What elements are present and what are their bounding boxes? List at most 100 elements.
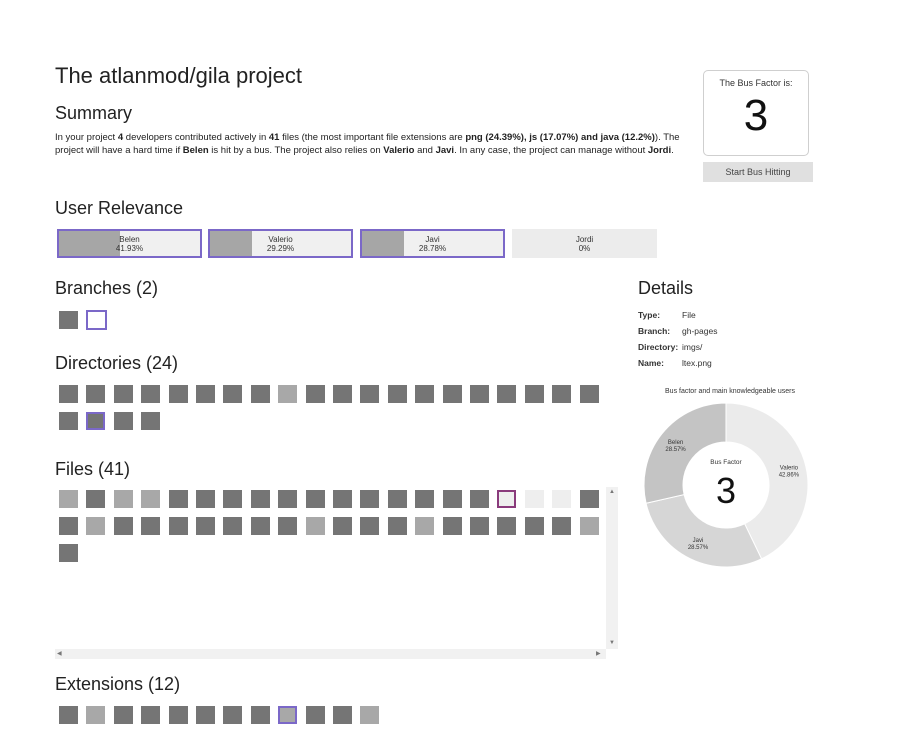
file-square[interactable]: [59, 517, 78, 535]
directory-square[interactable]: [442, 385, 462, 403]
extension-square[interactable]: [250, 706, 270, 724]
file-square[interactable]: [524, 490, 544, 508]
file-square[interactable]: [278, 490, 298, 508]
directory-square[interactable]: [141, 412, 161, 430]
extension-square[interactable]: [360, 706, 380, 724]
directory-square[interactable]: [59, 412, 78, 430]
donut-slice-value: 28.57%: [665, 447, 686, 453]
file-square[interactable]: [168, 517, 188, 535]
directory-square[interactable]: [86, 385, 106, 403]
user-bar-jordi[interactable]: Jordi 0%: [512, 229, 657, 258]
directory-square[interactable]: [196, 385, 215, 403]
file-square[interactable]: [250, 517, 270, 535]
file-square[interactable]: [497, 517, 517, 535]
extension-square[interactable]: [113, 706, 133, 724]
file-square[interactable]: [223, 517, 243, 535]
file-square[interactable]: [305, 517, 325, 535]
file-square[interactable]: [223, 490, 243, 508]
directory-square[interactable]: [387, 385, 407, 403]
file-square[interactable]: [552, 490, 572, 508]
files-scroll-area[interactable]: [55, 487, 610, 657]
files-horizontal-scrollbar[interactable]: ◀ ▶: [55, 649, 606, 659]
extension-square[interactable]: [278, 706, 298, 724]
file-square[interactable]: [113, 490, 133, 508]
scroll-left-icon[interactable]: ◀: [57, 651, 62, 657]
directory-square[interactable]: [141, 385, 161, 403]
directory-square[interactable]: [524, 385, 544, 403]
file-square[interactable]: [250, 490, 270, 508]
summary-text: In your project 4 developers contributed…: [55, 132, 680, 156]
file-square[interactable]: [360, 490, 380, 508]
directory-square[interactable]: [278, 385, 298, 403]
directory-square[interactable]: [113, 412, 133, 430]
file-square[interactable]: [470, 490, 489, 508]
file-square[interactable]: [59, 544, 78, 562]
files-vertical-scrollbar[interactable]: ▲ ▼: [606, 487, 618, 649]
branch-square[interactable]: [59, 311, 78, 329]
file-square[interactable]: [86, 490, 106, 508]
donut-slice-value: 42.86%: [779, 473, 800, 479]
donut-slice-name: Belen: [668, 440, 683, 446]
file-square[interactable]: [415, 517, 435, 535]
file-square[interactable]: [387, 490, 407, 508]
file-square[interactable]: [470, 517, 489, 535]
extension-square[interactable]: [86, 706, 106, 724]
file-square[interactable]: [524, 517, 544, 535]
file-square[interactable]: [497, 490, 517, 508]
file-square[interactable]: [360, 517, 380, 535]
extensions-heading: Extensions (12): [55, 674, 181, 694]
start-bus-hitting-button[interactable]: Start Bus Hitting: [703, 162, 813, 182]
file-square[interactable]: [196, 490, 215, 508]
directory-square[interactable]: [250, 385, 270, 403]
file-square[interactable]: [579, 517, 599, 535]
extension-square[interactable]: [196, 706, 215, 724]
file-square[interactable]: [333, 490, 352, 508]
file-square[interactable]: [278, 517, 298, 535]
directory-square[interactable]: [360, 385, 380, 403]
branch-square-selected[interactable]: [86, 310, 107, 330]
extension-square[interactable]: [168, 706, 188, 724]
directory-square[interactable]: [168, 385, 188, 403]
directory-square[interactable]: [415, 385, 435, 403]
directory-square[interactable]: [579, 385, 599, 403]
file-square[interactable]: [196, 517, 215, 535]
details-heading: Details: [638, 278, 694, 298]
file-square[interactable]: [333, 517, 352, 535]
extension-square[interactable]: [223, 706, 243, 724]
file-square[interactable]: [141, 517, 161, 535]
file-square[interactable]: [168, 490, 188, 508]
extension-square[interactable]: [305, 706, 325, 724]
scroll-up-icon[interactable]: ▲: [609, 489, 615, 495]
user-percentage: 41.93%: [115, 244, 144, 253]
user-bar-javi[interactable]: Javi 28.78%: [360, 229, 505, 258]
directory-square[interactable]: [333, 385, 352, 403]
file-square[interactable]: [59, 490, 78, 508]
file-square[interactable]: [442, 517, 462, 535]
file-square[interactable]: [305, 490, 325, 508]
scroll-down-icon[interactable]: ▼: [609, 640, 615, 646]
extension-square[interactable]: [141, 706, 161, 724]
directory-square[interactable]: [223, 385, 243, 403]
file-square[interactable]: [141, 490, 161, 508]
directory-square[interactable]: [552, 385, 572, 403]
directory-square[interactable]: [470, 385, 489, 403]
file-square[interactable]: [113, 517, 133, 535]
detail-type: Type: File: [638, 307, 818, 323]
file-square[interactable]: [442, 490, 462, 508]
file-square[interactable]: [86, 517, 106, 535]
directory-square[interactable]: [305, 385, 325, 403]
directory-square[interactable]: [59, 385, 78, 403]
directory-square[interactable]: [86, 412, 106, 430]
file-square[interactable]: [552, 517, 572, 535]
scroll-right-icon[interactable]: ▶: [596, 651, 601, 657]
extension-square[interactable]: [59, 706, 78, 724]
user-bar-valerio[interactable]: Valerio 29.29%: [208, 229, 353, 258]
file-square[interactable]: [579, 490, 599, 508]
extension-square[interactable]: [333, 706, 352, 724]
file-square[interactable]: [387, 517, 407, 535]
directory-square[interactable]: [497, 385, 517, 403]
file-square[interactable]: [415, 490, 435, 508]
donut-center-value: 3: [716, 470, 736, 511]
user-bar-belen[interactable]: Belen 41.93%: [57, 229, 202, 258]
directory-square[interactable]: [113, 385, 133, 403]
